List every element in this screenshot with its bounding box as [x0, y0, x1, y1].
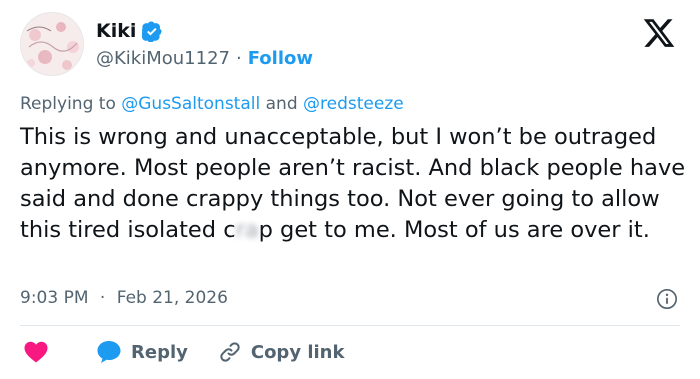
tweet-timestamp[interactable]: 9:03 PM · Feb 21, 2026	[20, 288, 228, 308]
like-button[interactable]	[24, 341, 48, 363]
info-icon[interactable]	[656, 288, 678, 310]
tweet-date: Feb 21, 2026	[116, 288, 228, 308]
replying-prefix: Replying to	[20, 94, 116, 114]
author-name-row: Kiki	[96, 20, 163, 42]
author-handle[interactable]: @KikiMou1127	[96, 48, 230, 69]
reply-bubble-icon	[97, 341, 121, 363]
handle-separator: ·	[236, 48, 242, 69]
verified-badge-icon	[142, 20, 163, 42]
tweet-text-end: p get to me. Most of us are over it.	[258, 217, 650, 243]
follow-button[interactable]: Follow	[248, 48, 313, 69]
meta-separator: ·	[99, 288, 106, 308]
divider	[20, 325, 680, 326]
avatar[interactable]	[20, 12, 84, 76]
replying-to: Replying to @GusSaltonstall and @redstee…	[20, 94, 404, 114]
author-display-name[interactable]: Kiki	[96, 20, 136, 42]
tweet-text-redacted: ra	[235, 217, 259, 243]
reply-label: Reply	[131, 341, 188, 363]
author-handle-row: @KikiMou1127 · Follow	[96, 48, 313, 69]
tweet-time: 9:03 PM	[20, 288, 89, 308]
copy-link-button[interactable]: Copy link	[218, 340, 345, 364]
x-logo-icon[interactable]	[642, 16, 676, 50]
heart-icon	[24, 341, 48, 363]
mention-redsteeze[interactable]: @redsteeze	[303, 94, 404, 114]
action-bar: Reply Copy link	[24, 340, 344, 364]
replying-conjunction: and	[265, 94, 298, 114]
avatar-image	[21, 13, 83, 75]
mention-gussaltonstall[interactable]: @GusSaltonstall	[121, 94, 260, 114]
copy-link-label: Copy link	[250, 341, 345, 363]
tweet-text: This is wrong and unacceptable, but I wo…	[20, 122, 690, 246]
reply-button[interactable]: Reply	[96, 340, 188, 364]
link-icon	[220, 342, 240, 362]
